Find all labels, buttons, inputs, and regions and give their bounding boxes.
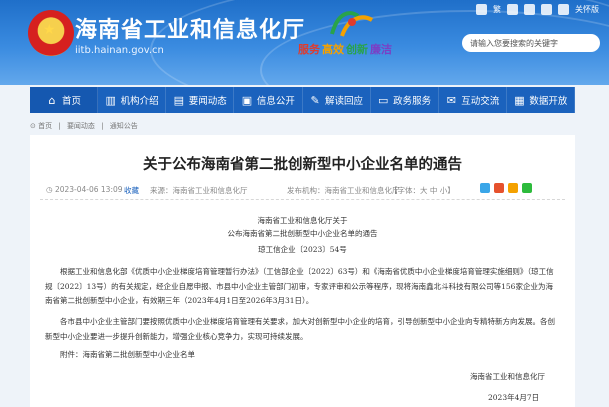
home-icon: ⌂ (48, 93, 56, 107)
breadcrumb-separator: | (58, 122, 61, 130)
chat-icon: ✉ (446, 93, 456, 107)
nav-item-news[interactable]: ▤ 要闻动态 (166, 87, 235, 113)
site-title[interactable]: 海南省工业和信息化厅 (75, 12, 305, 44)
publish-date: ◷ 2023-04-06 13:09 (46, 185, 123, 194)
monitor-icon: ▭ (377, 93, 389, 107)
nav-item-label: 要闻动态 (188, 96, 227, 107)
wechat-share-icon[interactable] (522, 183, 532, 193)
nav-item-interpretation[interactable]: ✎ 解读回应 (303, 87, 371, 113)
article-source: 来源：海南省工业和信息化厅 (150, 186, 248, 195)
breadcrumb-separator: | (101, 122, 104, 130)
breadcrumb-home[interactable]: 首页 (38, 122, 52, 130)
signature-date: 2023年4月7日 (488, 393, 540, 402)
article-paragraph: 根据工业和信息化部《优质中小企业梯度培育管理暂行办法》（工信部企业〔2022〕6… (45, 267, 554, 306)
department-logo-icon (330, 11, 374, 37)
accessibility-icon[interactable] (476, 4, 487, 15)
care-mode-link[interactable]: 关怀版 (575, 4, 599, 15)
weibo-share-icon[interactable] (494, 183, 504, 193)
nav-item-open-data[interactable]: ▦ 数据开放 (507, 87, 575, 113)
share-buttons (480, 183, 532, 193)
building-icon: ▥ (105, 93, 116, 107)
top-toolbar: 繁 关怀版 (476, 4, 599, 15)
data-icon: ▦ (514, 93, 525, 107)
nav-item-home[interactable]: ⌂ 首页 (30, 87, 99, 113)
article-publisher: 发布机构：海南省工业和信息化厅 (287, 186, 400, 195)
font-size-toggle[interactable]: 【字体：大 中 小】 (390, 185, 455, 196)
news-icon: ▤ (173, 93, 184, 107)
traditional-chinese-link[interactable]: 繁 (493, 4, 501, 15)
doc-subject-line: 公布海南省第二批创新型中小企业名单的通告 (227, 229, 378, 238)
article-title: 关于公布海南省第二批创新型中小企业名单的通告 (143, 157, 462, 173)
nav-item-label: 首页 (62, 96, 82, 107)
nav-item-organization[interactable]: ▥ 机构介绍 (98, 87, 167, 113)
nav-item-label: 政务服务 (393, 96, 432, 107)
nav-item-label: 机构介绍 (120, 96, 159, 107)
national-emblem-icon: ★ (28, 10, 74, 56)
slogan: 服务 高效 创新 廉洁 (298, 41, 394, 57)
site-domain: iitb.hainan.gov.cn (75, 45, 164, 56)
breadcrumb-news[interactable]: 要闻动态 (67, 122, 95, 130)
publish-date-text: 2023-04-06 13:09 (54, 185, 123, 194)
slogan-word: 创新 (346, 43, 368, 56)
nav-item-info-disclosure[interactable]: ▣ 信息公开 (234, 87, 303, 113)
search-input[interactable]: 请输入您要搜索的关键字 (462, 34, 600, 52)
breadcrumb-notices[interactable]: 通知公告 (110, 122, 138, 130)
location-icon: ⊙ (30, 122, 36, 130)
meta-divider (40, 199, 565, 200)
mobile-icon[interactable] (541, 4, 552, 15)
article-paragraph: 各市县中小企业主管部门要按照优质中小企业梯度培育管理有关要求，加大对创新型中小企… (45, 317, 555, 341)
search-placeholder: 请输入您要搜索的关键字 (470, 39, 558, 48)
nav-item-services[interactable]: ▭ 政务服务 (371, 87, 439, 113)
collect-link[interactable]: 收藏 (124, 185, 139, 196)
nav-item-label: 互动交流 (461, 96, 500, 107)
wechat-icon[interactable] (524, 4, 535, 15)
doc-number: 琼工信企业〔2023〕54号 (258, 245, 347, 254)
speech-icon: ✎ (310, 93, 320, 107)
clock-icon: ◷ (46, 185, 55, 194)
doc-org-line: 海南省工业和信息化厅关于 (257, 216, 348, 225)
slogan-word: 高效 (322, 43, 344, 56)
nav-item-label: 信息公开 (256, 96, 295, 107)
care-mode-icon[interactable] (558, 4, 569, 15)
slogan-word: 廉洁 (370, 43, 392, 56)
nav-item-label: 解读回应 (325, 96, 364, 107)
article-card: 关于公布海南省第二批创新型中小企业名单的通告 ◷ 2023-04-06 13:0… (30, 135, 575, 407)
qq-share-icon[interactable] (508, 183, 518, 193)
signature-org: 海南省工业和信息化厅 (470, 372, 545, 381)
breadcrumb: ⊙ 首页 | 要闻动态 | 通知公告 (30, 121, 138, 131)
qzone-share-icon[interactable] (480, 183, 490, 193)
nav-item-label: 数据开放 (529, 96, 568, 107)
site-header: ★ 海南省工业和信息化厅 iitb.hainan.gov.cn 服务 高效 创新 廉洁… (0, 0, 609, 85)
slogan-word: 服务 (298, 43, 320, 56)
attachment-link[interactable]: 附件：海南省第二批创新型中小企业名单 (45, 349, 560, 360)
weibo-icon[interactable] (507, 4, 518, 15)
nav-item-interaction[interactable]: ✉ 互动交流 (439, 87, 507, 113)
info-icon: ▣ (241, 93, 253, 107)
main-nav: ⌂ 首页 ▥ 机构介绍 ▤ 要闻动态 ▣ 信息公开 ✎ 解读回应 ▭ 政务服务 … (30, 87, 575, 113)
